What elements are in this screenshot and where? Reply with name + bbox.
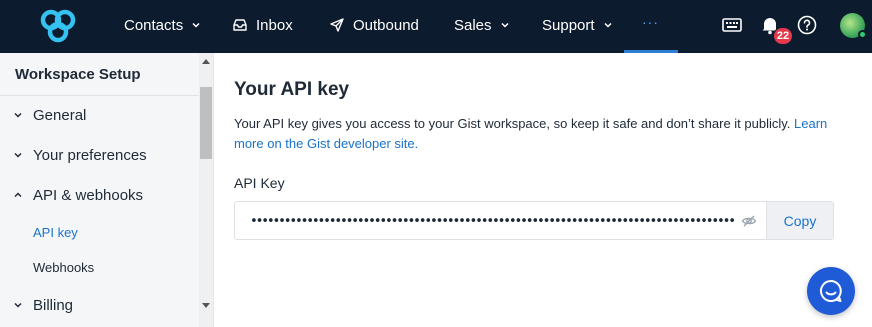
notification-badge: 22 — [773, 27, 793, 45]
sidebar-divider — [0, 95, 200, 96]
sidebar: Workspace Setup General Your preferences… — [0, 53, 214, 327]
nav-support[interactable]: Support — [542, 0, 613, 50]
sidebar-item-api-webhooks[interactable]: API & webhooks — [0, 185, 198, 205]
sidebar-subitem-api-key[interactable]: API key — [33, 225, 78, 240]
nav-contacts[interactable]: Contacts — [124, 0, 201, 50]
nav-inbox[interactable]: Inbox — [232, 0, 293, 50]
api-key-label: API Key — [234, 175, 285, 191]
sidebar-title: Workspace Setup — [15, 66, 141, 83]
sidebar-item-label: Billing — [33, 296, 74, 314]
chevron-down-icon — [501, 22, 509, 28]
gist-logo-icon[interactable] — [38, 6, 78, 46]
sidebar-scroll-thumb[interactable] — [200, 87, 212, 159]
chat-icon — [820, 280, 842, 302]
sidebar-subitem-webhooks[interactable]: Webhooks — [33, 260, 94, 275]
nav-sales[interactable]: Sales — [454, 0, 510, 50]
sidebar-item-label: General — [33, 106, 87, 124]
online-status-dot — [858, 30, 867, 39]
chevron-down-icon — [604, 22, 612, 28]
nav-sales-label: Sales — [454, 16, 492, 34]
more-menu-button[interactable]: ··· — [642, 14, 659, 30]
copy-button[interactable]: Copy — [766, 202, 833, 239]
keyboard-icon[interactable] — [721, 14, 743, 36]
inbox-icon — [233, 19, 247, 31]
nav-support-label: Support — [542, 16, 595, 34]
active-tab-indicator — [624, 50, 678, 53]
chevron-down-icon — [14, 152, 22, 158]
eye-slash-icon[interactable] — [741, 213, 757, 229]
sidebar-item-label: API & webhooks — [33, 186, 144, 204]
description-text: Your API key gives you access to your Gi… — [234, 116, 795, 131]
api-key-field: Copy — [234, 201, 834, 240]
sidebar-item-label: Your preferences — [33, 146, 147, 164]
nav-inbox-label: Inbox — [256, 16, 293, 34]
sidebar-item-billing[interactable]: Billing — [0, 295, 198, 315]
nav-outbound-label: Outbound — [353, 16, 419, 34]
sidebar-item-your-preferences[interactable]: Your preferences — [0, 145, 198, 165]
api-key-input[interactable] — [250, 211, 750, 231]
scroll-down-arrow-icon[interactable] — [202, 303, 210, 308]
chevron-up-icon — [14, 192, 22, 198]
sidebar-item-general[interactable]: General — [0, 105, 198, 125]
nav-contacts-label: Contacts — [124, 16, 184, 34]
chevron-down-icon — [192, 22, 200, 28]
help-icon[interactable] — [796, 14, 818, 36]
top-nav: Contacts Inbox Outbound Sales Support ··… — [0, 0, 872, 53]
nav-outbound[interactable]: Outbound — [329, 0, 419, 50]
chevron-down-icon — [14, 112, 22, 118]
page-description: Your API key gives you access to your Gi… — [234, 114, 834, 154]
chevron-down-icon — [14, 302, 22, 308]
scroll-up-arrow-icon[interactable] — [202, 59, 210, 64]
send-icon — [330, 18, 344, 32]
page-title: Your API key — [234, 79, 350, 100]
chat-launcher-button[interactable] — [807, 267, 855, 315]
